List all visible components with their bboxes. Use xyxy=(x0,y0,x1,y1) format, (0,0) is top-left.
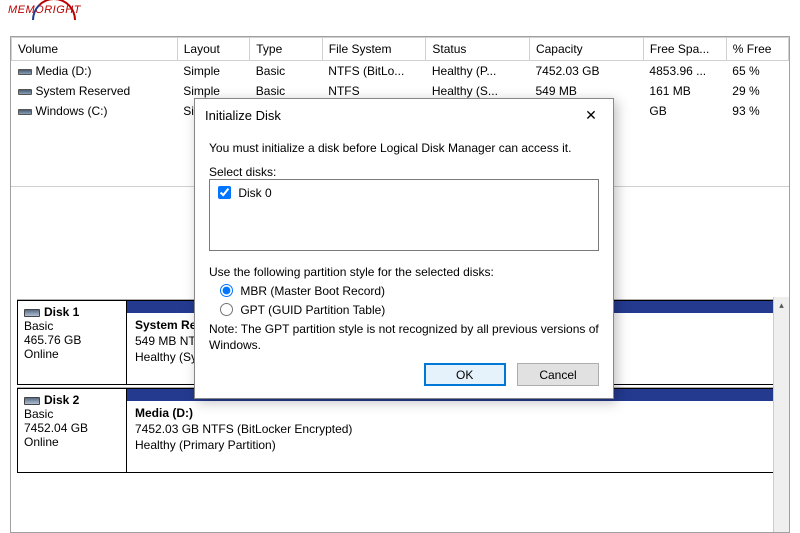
col-capacity[interactable]: Capacity xyxy=(529,38,643,61)
col-pctfree[interactable]: % Free xyxy=(726,38,788,61)
scroll-up-icon[interactable]: ▴ xyxy=(774,297,789,313)
col-volume[interactable]: Volume xyxy=(12,38,178,61)
disk-state: Online xyxy=(24,347,120,361)
col-freespace[interactable]: Free Spa... xyxy=(643,38,726,61)
volume-name: Media (D:) xyxy=(36,64,92,78)
disk-icon xyxy=(24,397,40,405)
table-row[interactable]: Media (D:) SimpleBasicNTFS (BitLo...Healt… xyxy=(12,61,789,82)
cell-free: 161 MB xyxy=(643,81,726,101)
ok-button[interactable]: OK xyxy=(424,363,506,386)
col-type[interactable]: Type xyxy=(250,38,323,61)
disk-title: Disk 2 xyxy=(44,393,79,407)
disk-state: Online xyxy=(24,435,120,449)
gpt-radio[interactable] xyxy=(220,303,233,316)
volume-name: Windows (C:) xyxy=(36,104,108,118)
cell-pct: 29 % xyxy=(726,81,788,101)
col-status[interactable]: Status xyxy=(426,38,530,61)
disk-option-0[interactable]: Disk 0 xyxy=(214,182,594,203)
disk-row: Disk 2Basic7452.04 GBOnline Media (D:) 745… xyxy=(17,387,783,473)
mbr-option[interactable]: MBR (Master Boot Record) xyxy=(215,284,385,298)
disk-icon xyxy=(24,309,40,317)
col-filesystem[interactable]: File System xyxy=(322,38,426,61)
cell-free: GB xyxy=(643,101,726,121)
cell-type: Basic xyxy=(250,61,323,82)
gpt-label: GPT (GUID Partition Table) xyxy=(240,303,385,317)
volume-name: System Reserved xyxy=(36,84,131,98)
disk-kind: Basic xyxy=(24,319,120,333)
cell-capacity: 7452.03 GB xyxy=(529,61,643,82)
brand-logo: MEMORIGHT xyxy=(8,4,81,16)
partition-style-label: Use the following partition style for th… xyxy=(209,265,599,279)
mbr-label: MBR (Master Boot Record) xyxy=(240,284,385,298)
dialog-title: Initialize Disk xyxy=(205,108,281,123)
mbr-radio[interactable] xyxy=(220,284,233,297)
gpt-note: Note: The GPT partition style is not rec… xyxy=(209,321,599,353)
disk-size: 465.76 GB xyxy=(24,333,120,347)
dialog-intro: You must initialize a disk before Logica… xyxy=(209,141,599,155)
partition-panel[interactable]: Media (D:) 7452.03 GB NTFS (BitLocker Enc… xyxy=(127,388,783,473)
cell-free: 4853.96 ... xyxy=(643,61,726,82)
partition-line2: Healthy (Primary Partition) xyxy=(135,438,276,452)
disk-title: Disk 1 xyxy=(44,305,79,319)
partition-line2: Healthy (Sy xyxy=(135,350,197,364)
col-layout[interactable]: Layout xyxy=(177,38,250,61)
select-disks-label: Select disks: xyxy=(209,165,599,179)
disk-label-panel[interactable]: Disk 1Basic465.76 GBOnline xyxy=(17,300,127,385)
cell-pct: 65 % xyxy=(726,61,788,82)
disk-0-checkbox[interactable] xyxy=(218,186,231,199)
cell-layout: Simple xyxy=(177,61,250,82)
partition-title: Media (D:) xyxy=(135,406,193,420)
gpt-option[interactable]: GPT (GUID Partition Table) xyxy=(215,303,385,317)
volume-icon xyxy=(18,69,32,75)
scrollbar[interactable]: ▴ xyxy=(773,297,789,532)
cancel-button[interactable]: Cancel xyxy=(517,363,599,386)
partition-title: System Re xyxy=(135,318,196,332)
disk-0-label: Disk 0 xyxy=(238,186,271,200)
initialize-disk-dialog: Initialize Disk ✕ You must initialize a … xyxy=(194,98,614,399)
disk-size: 7452.04 GB xyxy=(24,421,120,435)
disk-kind: Basic xyxy=(24,407,120,421)
partition-line1: 7452.03 GB NTFS (BitLocker Encrypted) xyxy=(135,422,352,436)
partition-line1: 549 MB NT xyxy=(135,334,196,348)
disk-select-list[interactable]: Disk 0 xyxy=(209,179,599,251)
cell-fs: NTFS (BitLo... xyxy=(322,61,426,82)
disk-label-panel[interactable]: Disk 2Basic7452.04 GBOnline xyxy=(17,388,127,473)
volume-icon xyxy=(18,109,32,115)
cell-pct: 93 % xyxy=(726,101,788,121)
volume-icon xyxy=(18,89,32,95)
cell-status: Healthy (P... xyxy=(426,61,530,82)
close-icon[interactable]: ✕ xyxy=(577,105,605,125)
